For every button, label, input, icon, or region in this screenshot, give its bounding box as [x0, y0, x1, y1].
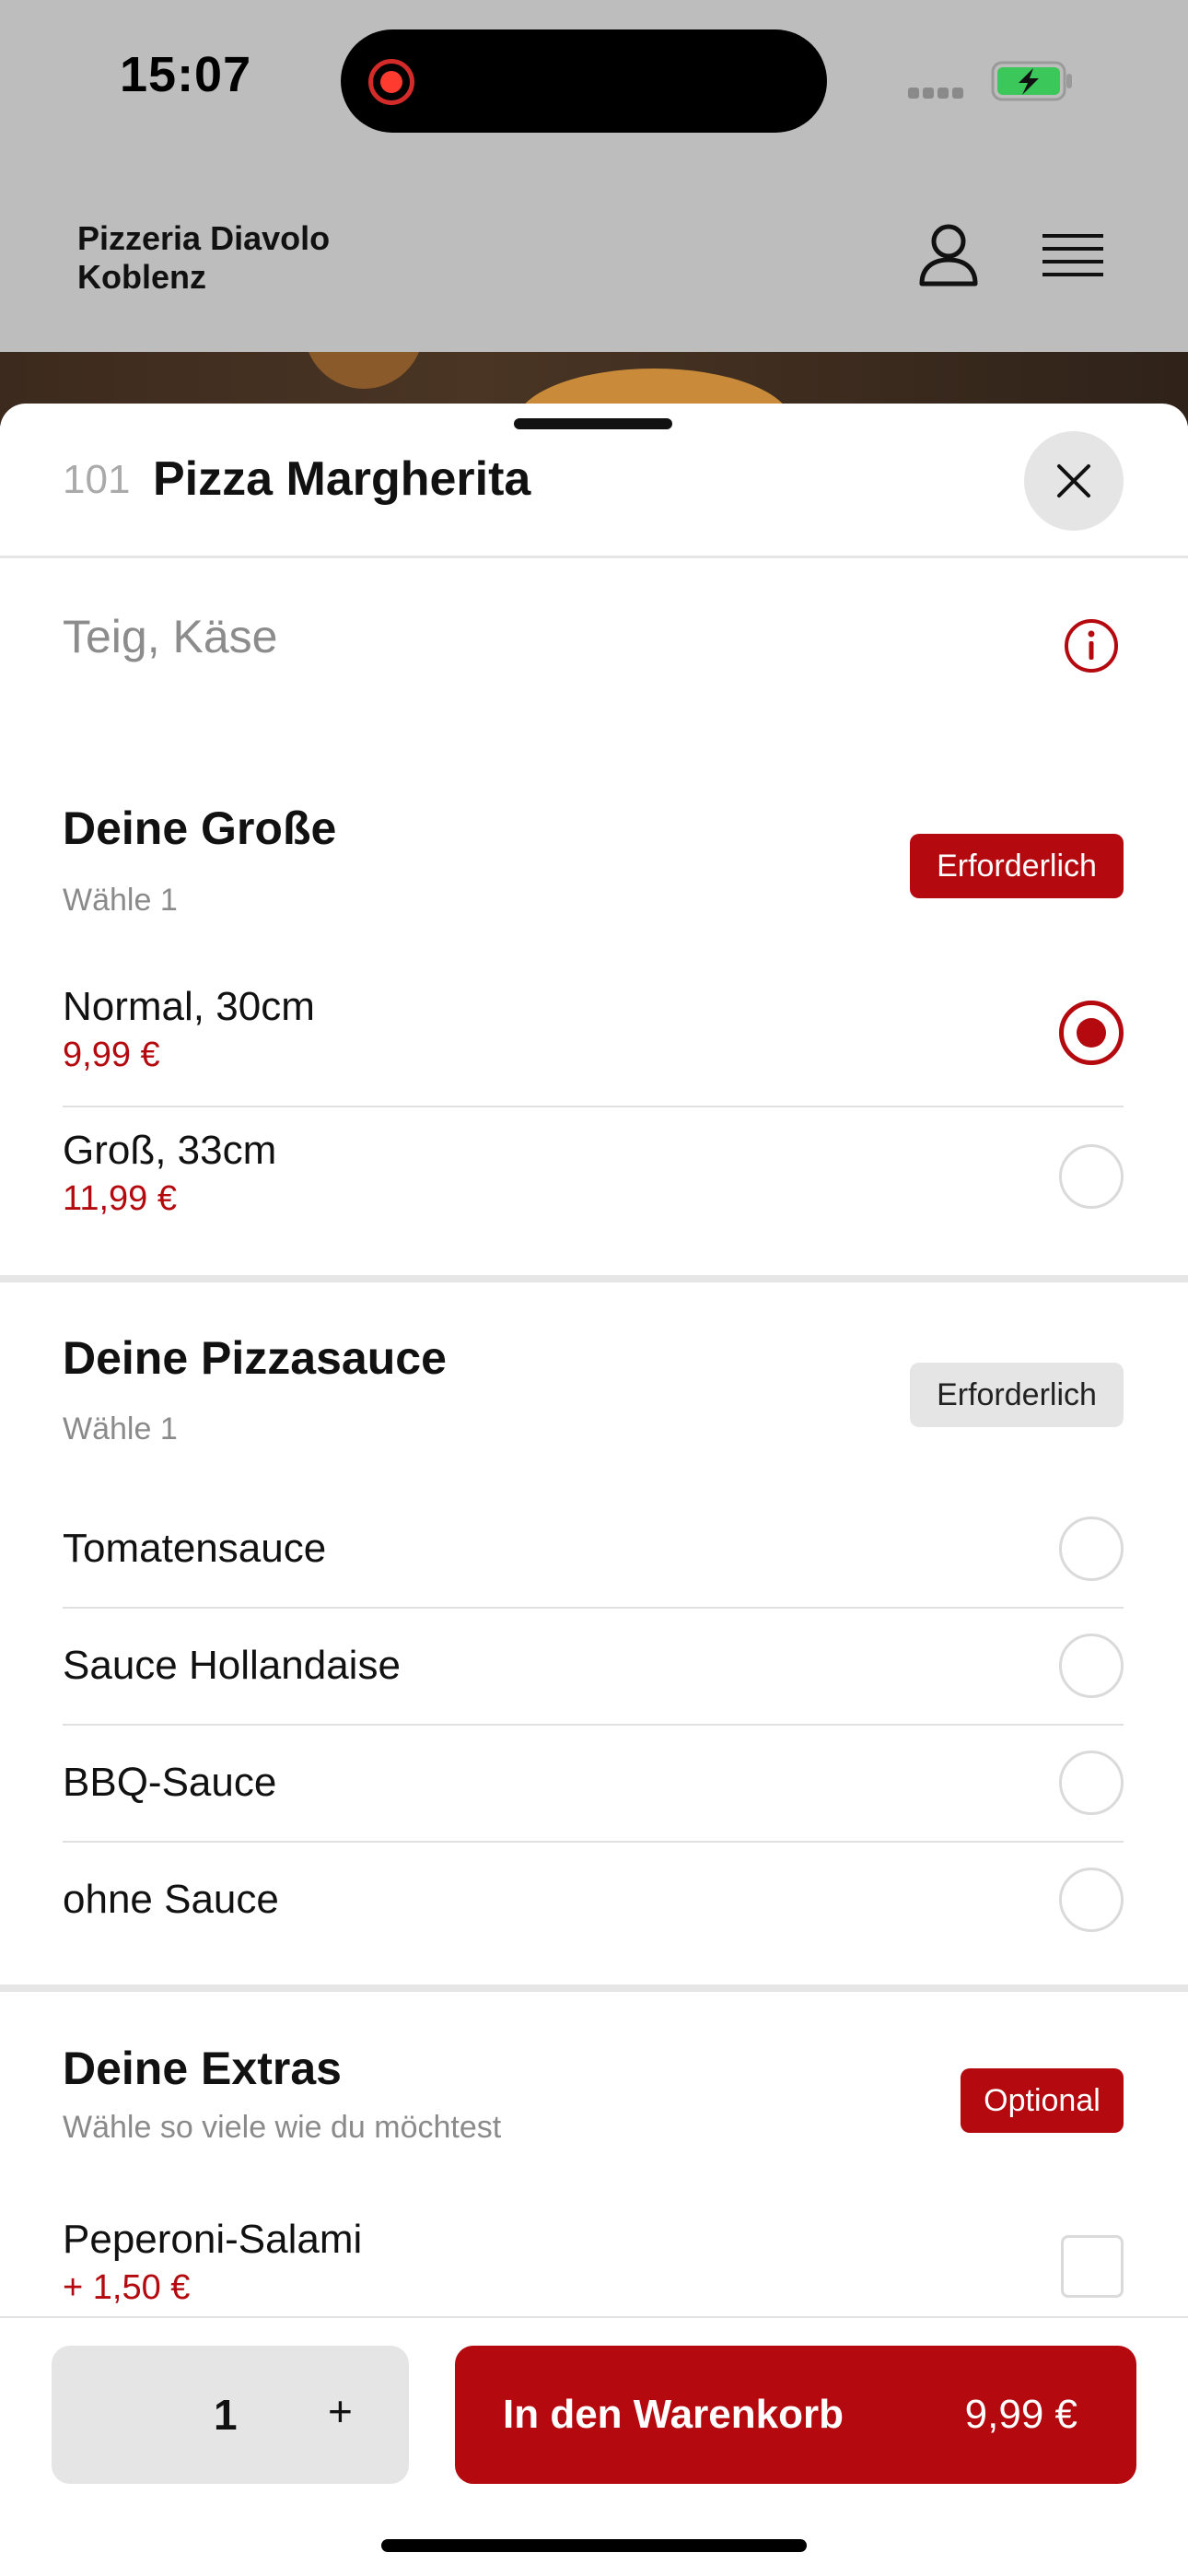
- close-icon: [1057, 464, 1090, 498]
- radio-unselected[interactable]: [1059, 1633, 1124, 1698]
- status-time: 15:07: [120, 47, 252, 102]
- restaurant-name-line2: Koblenz: [77, 258, 206, 296]
- pepper-bowl-image: [304, 352, 424, 389]
- add-to-cart-button[interactable]: In den Warenkorb 9,99 €: [455, 2346, 1136, 2484]
- option-label: Sauce Hollandaise: [63, 1643, 401, 1688]
- sauce-option-bbq[interactable]: BBQ-Sauce: [63, 1725, 1124, 1841]
- user-icon[interactable]: [917, 223, 980, 287]
- option-label: Normal, 30cm: [63, 984, 315, 1029]
- option-label: Groß, 33cm: [63, 1128, 277, 1173]
- option-divider: [63, 1106, 1124, 1107]
- info-icon[interactable]: [1063, 617, 1120, 674]
- required-badge: Erforderlich: [910, 834, 1124, 898]
- option-price: 9,99 €: [63, 1036, 160, 1074]
- recording-icon: [368, 59, 414, 105]
- bottom-action-bar: 1 + In den Warenkorb 9,99 €: [0, 2316, 1188, 2576]
- section-subtitle-size: Wähle 1: [63, 883, 178, 918]
- home-indicator[interactable]: [381, 2539, 807, 2552]
- option-price: 11,99 €: [63, 1179, 177, 1218]
- item-number: 101: [63, 457, 131, 502]
- section-subtitle-sauce: Wähle 1: [63, 1411, 178, 1446]
- add-to-cart-price: 9,99 €: [964, 2392, 1077, 2437]
- quantity-stepper[interactable]: 1 +: [52, 2346, 409, 2484]
- radio-unselected[interactable]: [1059, 1751, 1124, 1815]
- quantity-value: 1: [214, 2391, 238, 2439]
- item-title-row: 101 Pizza Margherita: [0, 404, 1188, 558]
- option-label: ohne Sauce: [63, 1877, 279, 1922]
- size-option-gross[interactable]: Groß, 33cm 11,99 €: [63, 1128, 1124, 1253]
- battery-charging-icon: [991, 61, 1072, 101]
- radio-selected[interactable]: [1059, 1001, 1124, 1065]
- quantity-plus-button[interactable]: +: [328, 2386, 353, 2436]
- optional-badge: Optional: [961, 2068, 1124, 2133]
- sauce-option-tomatensauce[interactable]: Tomatensauce: [63, 1491, 1124, 1607]
- item-detail-sheet: 101 Pizza Margherita Teig, Käse Deine Gr…: [0, 404, 1188, 2576]
- sauce-option-hollandaise[interactable]: Sauce Hollandaise: [63, 1608, 1124, 1724]
- hamburger-menu-icon[interactable]: [1042, 232, 1103, 280]
- option-label: BBQ-Sauce: [63, 1760, 277, 1805]
- restaurant-name[interactable]: Pizzeria Diavolo Koblenz: [77, 219, 330, 297]
- section-separator: [0, 1275, 1188, 1282]
- item-ingredients: Teig, Käse: [63, 611, 278, 662]
- option-label: Tomatensauce: [63, 1526, 327, 1571]
- status-bar: 15:07: [0, 0, 1188, 166]
- app-header: Pizzeria Diavolo Koblenz: [0, 166, 1188, 352]
- size-option-normal[interactable]: Normal, 30cm 9,99 €: [63, 984, 1124, 1109]
- dynamic-island: [341, 29, 827, 133]
- close-button[interactable]: [1024, 431, 1124, 531]
- radio-unselected[interactable]: [1059, 1516, 1124, 1581]
- cellular-signal-icon: [908, 87, 971, 100]
- radio-unselected[interactable]: [1059, 1868, 1124, 1932]
- section-title-size: Deine Große: [63, 802, 337, 854]
- item-name: Pizza Margherita: [153, 452, 531, 506]
- restaurant-name-line1: Pizzeria Diavolo: [77, 219, 331, 257]
- section-subtitle-extras: Wähle so viele wie du möchtest: [63, 2110, 502, 2145]
- option-label: Peperoni-Salami: [63, 2217, 363, 2262]
- section-title-sauce: Deine Pizzasauce: [63, 1332, 447, 1384]
- section-title-extras: Deine Extras: [63, 2043, 342, 2094]
- option-price: + 1,50 €: [63, 2268, 191, 2307]
- add-to-cart-label: In den Warenkorb: [503, 2392, 844, 2437]
- required-badge: Erforderlich: [910, 1363, 1124, 1427]
- sauce-option-ohne[interactable]: ohne Sauce: [63, 1842, 1124, 1958]
- radio-unselected[interactable]: [1059, 1144, 1124, 1209]
- checkbox-unchecked[interactable]: [1061, 2235, 1124, 2298]
- section-separator: [0, 1985, 1188, 1992]
